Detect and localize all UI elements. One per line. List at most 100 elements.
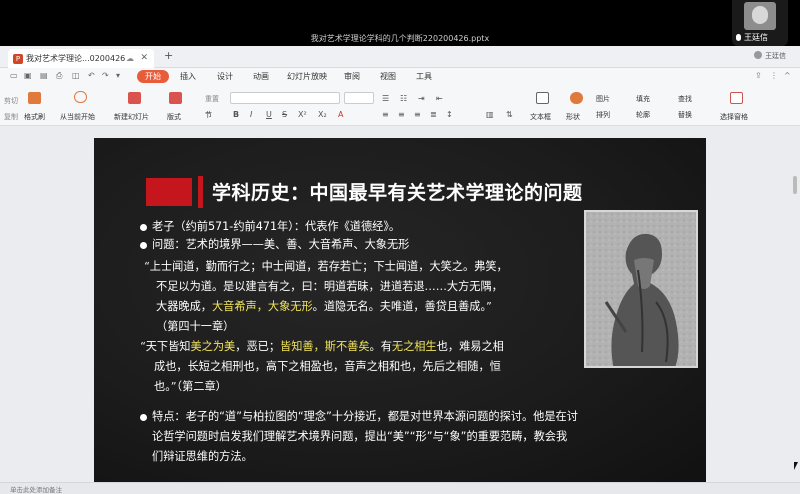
superscript-icon[interactable]: X² bbox=[298, 110, 307, 119]
document-tab-label: 我对艺术学理论...0200426 bbox=[26, 54, 126, 63]
italic-icon[interactable]: I bbox=[250, 110, 252, 119]
bullet-list-icon[interactable]: ☰ bbox=[382, 94, 389, 103]
quote2-line2: 成也，长短之相刑也，高下之相盈也，音声之相和也，先后之相随，恒 bbox=[154, 360, 501, 373]
find-button[interactable]: 查找 bbox=[678, 94, 692, 104]
menu-tools[interactable]: 工具 bbox=[416, 71, 432, 82]
bullet-laozi: 老子（约前571-约前471年）：代表作《道德经》。 bbox=[152, 220, 401, 233]
camera-preview: 王廷信 bbox=[732, 0, 788, 46]
bullet-3 bbox=[140, 414, 147, 421]
feature-line2: 论哲学问题时启发我们理解艺术境界问题，提出“美”“形”与“象”的重要范畴，教会我 bbox=[152, 430, 568, 443]
highlight-shan: 皆知善，斯不善矣 bbox=[280, 340, 370, 353]
cloud-icon[interactable]: ☁ bbox=[126, 49, 134, 68]
collapse-icon[interactable]: ^ bbox=[784, 71, 791, 80]
font-size-select[interactable] bbox=[344, 92, 374, 104]
folder-icon[interactable]: ▭ bbox=[10, 71, 18, 80]
select-pane-icon[interactable] bbox=[730, 92, 743, 104]
picture-button[interactable]: 图片 bbox=[596, 94, 610, 104]
quote1-line1: “上士闻道，勤而行之；中士闻道，若存若亡；下士闻道，大笑之。弗笑， bbox=[144, 260, 508, 273]
camera-user-name: 王廷信 bbox=[744, 33, 768, 42]
laozi-portrait bbox=[584, 210, 698, 368]
from-current-button[interactable]: 从当前开始 bbox=[60, 112, 95, 122]
bullet-1 bbox=[140, 224, 147, 231]
vertical-scrollbar[interactable] bbox=[793, 176, 797, 194]
ppt-file-icon: P bbox=[13, 54, 23, 64]
paste-icon[interactable] bbox=[28, 92, 41, 104]
format-painter-button[interactable]: 格式刷 bbox=[24, 112, 45, 122]
bullet-2 bbox=[140, 242, 147, 249]
menu-bar: ▭ ▣ ▤ ⎙ ◫ ↶ ↷ ▾ 开始 插入 设计 动画 幻灯片放映 审阅 视图 … bbox=[0, 68, 800, 86]
align-right-icon[interactable]: ≡ bbox=[414, 110, 421, 119]
notes-placeholder[interactable]: 单击此处添加备注 bbox=[10, 484, 62, 494]
outdent-icon[interactable]: ⇤ bbox=[436, 94, 443, 103]
underline-icon[interactable]: U bbox=[266, 110, 272, 119]
section-button[interactable]: 节 bbox=[205, 110, 212, 120]
menu-animation[interactable]: 动画 bbox=[253, 71, 269, 82]
menu-review[interactable]: 审阅 bbox=[344, 71, 360, 82]
new-slide-button[interactable]: 新建幻灯片 bbox=[114, 112, 149, 122]
avatar bbox=[754, 51, 762, 59]
select-pane-button[interactable]: 选择窗格 bbox=[720, 112, 748, 122]
menu-slideshow[interactable]: 幻灯片放映 bbox=[287, 71, 327, 82]
microphone-icon bbox=[736, 34, 741, 41]
slide-title: 学科历史：中国最早有关艺术学理论的问题 bbox=[212, 182, 583, 204]
open-icon[interactable]: ▣ bbox=[24, 71, 32, 80]
fill-button[interactable]: 填充 bbox=[636, 94, 650, 104]
highlight-dayin: 大音希声，大象无形 bbox=[211, 300, 313, 313]
cut-button[interactable]: 剪切 bbox=[4, 96, 18, 106]
replace-button[interactable]: 替换 bbox=[678, 110, 692, 120]
subscript-icon[interactable]: X₂ bbox=[318, 110, 327, 119]
print-icon[interactable]: ⎙ bbox=[56, 71, 62, 81]
quote2-line3: 也。”（第二章） bbox=[154, 380, 227, 393]
textbox-icon[interactable] bbox=[536, 92, 549, 104]
close-tab-icon[interactable]: ✕ bbox=[140, 49, 148, 68]
shape-icon[interactable] bbox=[570, 92, 583, 104]
notes-bar[interactable]: 单击此处添加备注 bbox=[0, 482, 800, 494]
feature-line1: 特点：老子的“道”与柏拉图的“理念”十分接近，都是对世界本源问题的探讨。他是在讨 bbox=[152, 410, 578, 423]
new-slide-icon[interactable] bbox=[128, 92, 141, 104]
ribbon-toolbar: 剪切 复制 格式刷 从当前开始 新建幻灯片 版式 重置 节 B I U S X²… bbox=[0, 86, 800, 126]
quote1-line3: 大器晚成，大音希声，大象无形。道隐无名。夫唯道，善贷且善成。” bbox=[156, 300, 492, 313]
textbox-button[interactable]: 文本框 bbox=[530, 112, 551, 122]
slide[interactable]: 学科历史：中国最早有关艺术学理论的问题 老子（约前571-约前471年）：代表作… bbox=[94, 138, 706, 482]
more-icon[interactable]: ⋮ bbox=[770, 71, 778, 80]
account-area[interactable]: 王廷信 bbox=[754, 51, 786, 61]
save-icon[interactable]: ▤ bbox=[40, 71, 48, 80]
document-tab[interactable]: P 我对艺术学理论...0200426 ☁ ✕ bbox=[8, 49, 154, 68]
highlight-mei: 美之为美 bbox=[190, 340, 236, 353]
bold-icon[interactable]: B bbox=[233, 110, 239, 119]
customize-icon[interactable]: ▾ bbox=[116, 71, 120, 80]
shape-button[interactable]: 形状 bbox=[566, 112, 580, 122]
numbered-list-icon[interactable]: ☷ bbox=[400, 94, 407, 103]
indent-icon[interactable]: ⇥ bbox=[418, 94, 425, 103]
undo-icon[interactable]: ↶ bbox=[88, 71, 95, 80]
layout-icon[interactable] bbox=[169, 92, 182, 104]
menu-start[interactable]: 开始 bbox=[137, 70, 169, 83]
play-icon[interactable] bbox=[74, 91, 87, 103]
menu-design[interactable]: 设计 bbox=[217, 71, 233, 82]
columns-icon[interactable]: ▥ bbox=[486, 110, 494, 119]
line-spacing-icon[interactable]: ↕ bbox=[446, 110, 453, 119]
reset-button[interactable]: 重置 bbox=[205, 94, 219, 104]
title-red-block bbox=[146, 178, 192, 206]
outline-button[interactable]: 轮廓 bbox=[636, 110, 650, 120]
new-tab-button[interactable]: + bbox=[164, 49, 173, 62]
mouse-cursor bbox=[794, 462, 800, 470]
portrait-drawing bbox=[586, 212, 696, 366]
share-icon[interactable]: ⇪ bbox=[755, 71, 762, 80]
preview-icon[interactable]: ◫ bbox=[72, 71, 80, 80]
align-center-icon[interactable]: ≡ bbox=[398, 110, 405, 119]
font-name-select[interactable] bbox=[230, 92, 340, 104]
menu-view[interactable]: 视图 bbox=[380, 71, 396, 82]
align-left-icon[interactable]: ≡ bbox=[382, 110, 389, 119]
arrange-button[interactable]: 排列 bbox=[596, 110, 610, 120]
screen: 我对艺术学理论学科的几个判断220200426.pptx 王廷信 P 我对艺术学… bbox=[0, 0, 800, 494]
copy-button[interactable]: 复制 bbox=[4, 112, 18, 122]
menu-insert[interactable]: 插入 bbox=[180, 71, 196, 82]
redo-icon[interactable]: ↷ bbox=[102, 71, 109, 80]
strikethrough-icon[interactable]: S bbox=[282, 110, 287, 119]
justify-icon[interactable]: ≣ bbox=[430, 110, 437, 119]
layout-button[interactable]: 版式 bbox=[167, 112, 181, 122]
text-direction-icon[interactable]: ⇅ bbox=[506, 110, 513, 119]
highlight-wu: 无之相生 bbox=[391, 340, 437, 353]
font-color-icon[interactable]: A bbox=[338, 110, 343, 119]
